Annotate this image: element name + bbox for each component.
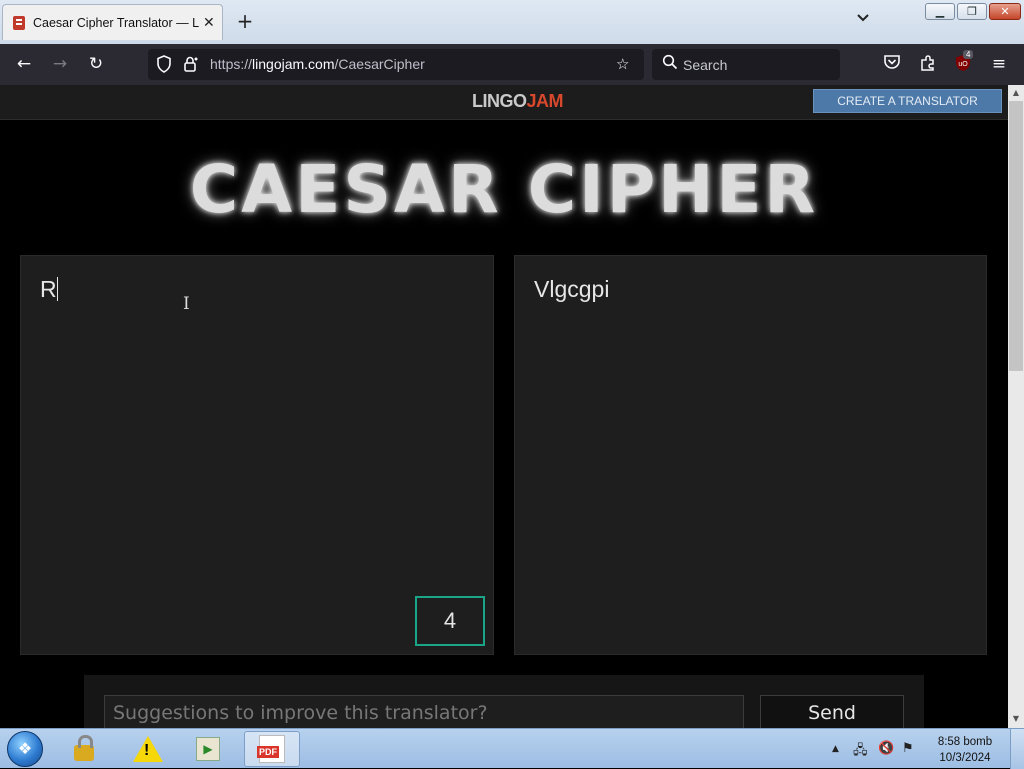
list-all-tabs-chevron-icon[interactable] — [856, 12, 870, 26]
window-minimize-button[interactable]: ▁ — [925, 3, 955, 20]
clock-time: 8:58 bomb — [937, 736, 993, 748]
scroll-down-arrow-icon[interactable]: ▼ — [1008, 714, 1024, 723]
new-tab-button[interactable]: + — [234, 9, 256, 33]
show-desktop-button[interactable] — [1010, 729, 1024, 769]
warning-icon: ! — [133, 736, 163, 762]
network-icon[interactable]: 🖧 — [853, 741, 868, 763]
shift-amount-input[interactable]: 4 — [415, 596, 485, 646]
media-player-icon: ▶ — [196, 737, 220, 761]
extensions-puzzle-icon[interactable] — [917, 54, 939, 77]
window-close-button[interactable]: ✕ — [989, 3, 1021, 20]
hamburger-menu-icon[interactable]: ≡ — [988, 54, 1010, 74]
lock-icon — [74, 735, 94, 761]
page-scrollbar[interactable]: ▲ ▼ — [1008, 85, 1024, 728]
tracking-protection-shield-icon[interactable] — [156, 55, 172, 77]
address-bar[interactable]: https://lingojam.com/CaesarCipher ☆ — [148, 49, 644, 80]
lingojam-logo[interactable]: LINGOJAM — [472, 91, 564, 112]
start-button[interactable]: ❖ — [7, 731, 43, 767]
text-caret — [56, 277, 59, 301]
taskbar-media-player-app[interactable]: ▶ — [180, 731, 236, 767]
taskbar-lock-app[interactable] — [56, 731, 112, 767]
svg-text:uO: uO — [958, 61, 968, 68]
site-header: LINGOJAM CREATE A TRANSLATOR — [0, 85, 1008, 120]
browser-navigation-bar: ← → ↻ https://lingojam.com/CaesarCipher … — [0, 44, 1024, 85]
pdf-icon: PDF — [257, 735, 285, 763]
scrollbar-thumb[interactable] — [1009, 101, 1023, 371]
volume-muted-icon[interactable]: 🔇 — [878, 741, 894, 756]
input-textarea[interactable]: R I 4 — [20, 255, 494, 655]
lingojam-favicon-icon — [13, 15, 25, 30]
input-text: R — [40, 276, 59, 302]
show-hidden-icons-chevron-icon[interactable]: ▲ — [832, 744, 839, 754]
url-text: https://lingojam.com/CaesarCipher — [210, 56, 425, 72]
forward-arrow-icon[interactable]: → — [49, 54, 71, 74]
suggestion-form: Suggestions to improve this translator? … — [84, 675, 924, 728]
search-input[interactable]: Search — [652, 49, 840, 80]
taskbar-pdf-app[interactable]: PDF — [244, 731, 300, 767]
site-info-lock-icon[interactable] — [182, 55, 200, 77]
taskbar-warning-app[interactable]: ! — [120, 731, 176, 767]
page-title: CAESAR CIPHER — [189, 151, 819, 228]
browser-tab-strip: Caesar Cipher Translator — Lingojam ✕ + … — [0, 0, 1024, 44]
search-placeholder: Search — [683, 57, 728, 73]
system-clock[interactable]: 8:58 bomb 10/3/2024 — [932, 734, 998, 766]
tab-close-icon[interactable]: ✕ — [203, 15, 215, 31]
action-center-flag-icon[interactable]: ⚑ — [902, 741, 914, 756]
suggestion-input[interactable]: Suggestions to improve this translator? — [104, 695, 744, 728]
web-page: LINGOJAM CREATE A TRANSLATOR CAESAR CIPH… — [0, 85, 1008, 728]
mouse-ibeam-cursor-icon: I — [183, 294, 190, 314]
send-button[interactable]: Send — [760, 695, 904, 728]
pocket-icon[interactable] — [881, 54, 903, 75]
create-translator-button[interactable]: CREATE A TRANSLATOR — [813, 89, 1002, 113]
output-text: Vlgcgpi — [534, 276, 610, 302]
window-maximize-button[interactable]: ❐ — [957, 3, 987, 20]
scroll-up-arrow-icon[interactable]: ▲ — [1008, 88, 1024, 97]
browser-tab[interactable]: Caesar Cipher Translator — Lingojam ✕ — [2, 4, 223, 40]
clock-date: 10/3/2024 — [939, 752, 991, 764]
windows-taskbar: ❖ ! ▶ PDF ▲ 🖧 🔇 ⚑ 8:58 bomb 10/3/2024 — [0, 728, 1024, 769]
tab-title: Caesar Cipher Translator — Lingojam — [33, 15, 199, 30]
back-arrow-icon[interactable]: ← — [13, 54, 35, 74]
output-textarea[interactable]: Vlgcgpi — [514, 255, 987, 655]
bookmark-star-icon[interactable]: ☆ — [616, 55, 629, 73]
extension-badge-count: 4 — [963, 50, 974, 59]
reload-icon[interactable]: ↻ — [85, 54, 107, 74]
search-icon — [662, 54, 678, 74]
